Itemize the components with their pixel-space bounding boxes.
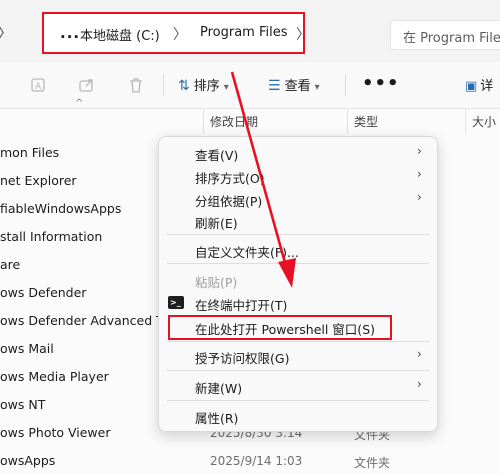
annotation-arrow-icon <box>230 71 296 288</box>
